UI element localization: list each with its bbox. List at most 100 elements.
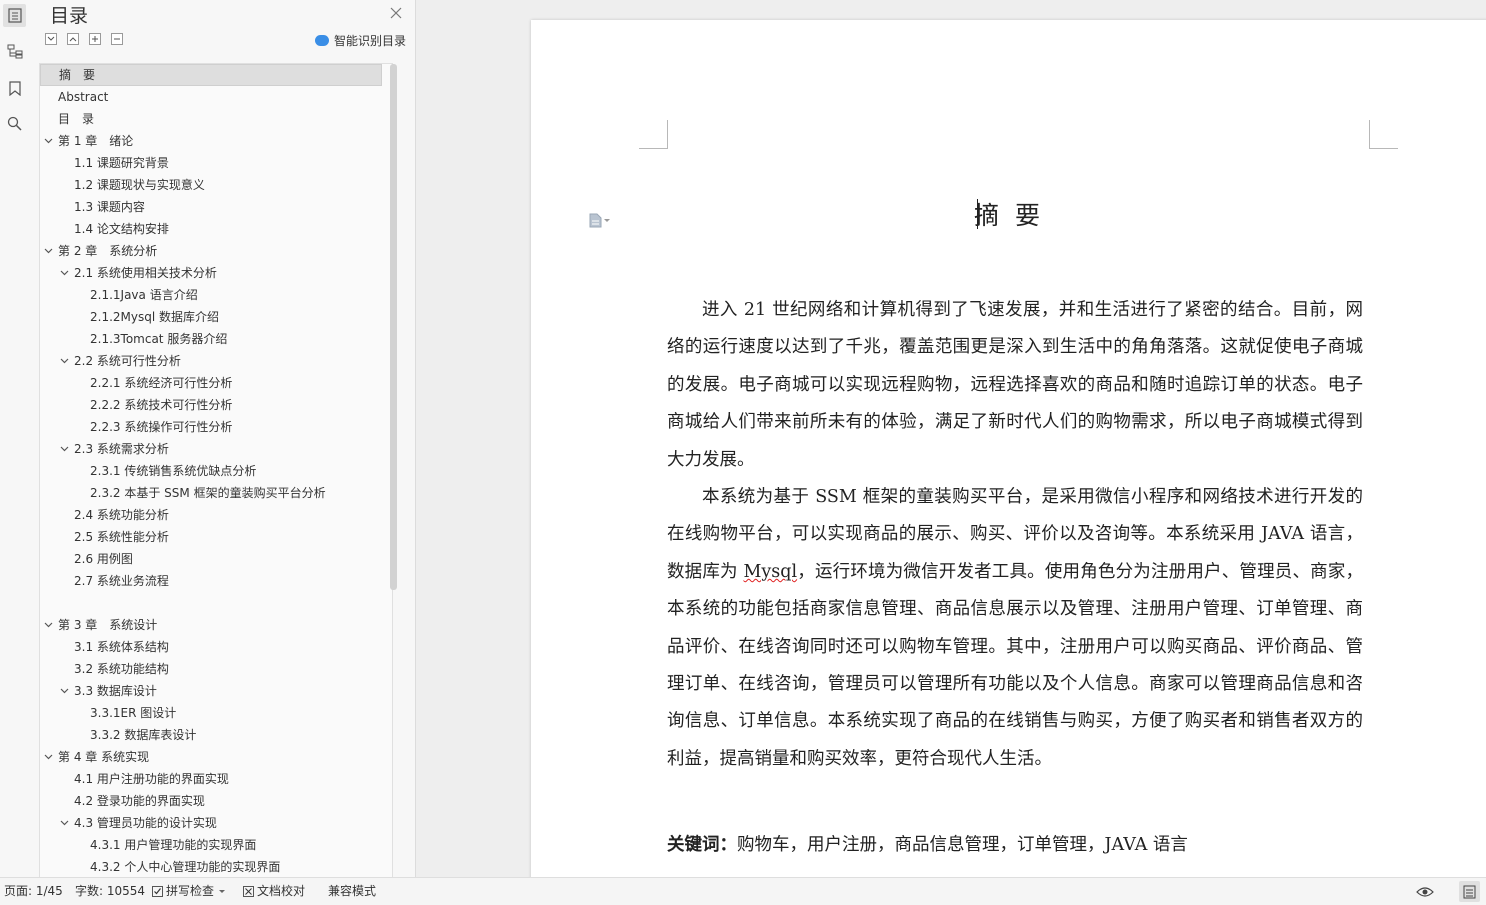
chevron-down-icon[interactable] (44, 746, 53, 768)
toc-item-empty[interactable] (40, 592, 382, 614)
toc-item-label: 4.2 登录功能的界面实现 (74, 794, 205, 808)
word-count[interactable]: 字数: 10554 (75, 878, 145, 905)
keywords-line: 关键词：购物车，用户注册，商品信息管理，订单管理，JAVA 语言 (667, 830, 1363, 860)
chevron-down-icon[interactable] (60, 812, 69, 834)
spelling-flagged-word[interactable]: Mysql (744, 562, 798, 582)
toc-item[interactable]: Abstract (40, 86, 382, 108)
toc-item-label: 2.3.2 本基于 SSM 框架的童装购买平台分析 (90, 486, 326, 500)
add-level-icon[interactable] (89, 33, 101, 45)
toc-item-label: 3.2 系统功能结构 (74, 662, 169, 676)
navigation-tree-icon[interactable] (3, 40, 26, 63)
toc-item-label: 2.2 系统可行性分析 (74, 354, 181, 368)
keywords-text: 购物车，用户注册，商品信息管理，订单管理，JAVA 语言 (737, 835, 1188, 855)
toc-item-label: 2.5 系统性能分析 (74, 530, 169, 544)
toc-item[interactable]: 2.1.3Tomcat 服务器介绍 (40, 328, 382, 350)
keywords-label: 关键词： (667, 835, 737, 855)
collapse-all-icon[interactable] (67, 33, 79, 45)
toc-item[interactable]: 2.6 用例图 (40, 548, 382, 570)
toc-item-label: 3.3.1ER 图设计 (90, 706, 177, 720)
search-icon[interactable] (3, 112, 26, 135)
toc-item-label: 2.1.3Tomcat 服务器介绍 (90, 332, 228, 346)
toc-panel-icon[interactable] (3, 4, 26, 27)
toc-item-label: 2.3.1 传统销售系统优缺点分析 (90, 464, 257, 478)
toc-item[interactable]: 3.2 系统功能结构 (40, 658, 382, 680)
toc-item[interactable]: 第 3 章 系统设计 (40, 614, 382, 636)
toc-item[interactable]: 1.1 课题研究背景 (40, 152, 382, 174)
toc-item[interactable]: 4.3.2 个人中心管理功能的实现界面 (40, 856, 382, 878)
toc-item-label: 2.7 系统业务流程 (74, 574, 169, 588)
chevron-down-icon[interactable] (60, 262, 69, 284)
expand-all-icon[interactable] (45, 33, 57, 45)
text-cursor (977, 199, 978, 229)
toc-item[interactable]: 4.1 用户注册功能的界面实现 (40, 768, 382, 790)
chevron-down-icon[interactable] (44, 240, 53, 262)
toc-scrollbar[interactable] (390, 64, 397, 590)
toc-item[interactable]: 4.2 登录功能的界面实现 (40, 790, 382, 812)
toc-item[interactable]: 2.3.1 传统销售系统优缺点分析 (40, 460, 382, 482)
chevron-down-icon[interactable] (44, 130, 53, 152)
toc-item[interactable]: 4.3 管理员功能的设计实现 (40, 812, 382, 834)
toc-item-label: 第 4 章 系统实现 (58, 750, 150, 764)
abstract-paragraph: 本系统为基于 SSM 框架的童装购买平台，是采用微信小程序和网络技术进行开发的在… (667, 479, 1363, 778)
toc-item[interactable]: 3.3 数据库设计 (40, 680, 382, 702)
toc-item[interactable]: 1.4 论文结构安排 (40, 218, 382, 240)
toc-item[interactable]: 3.3.2 数据库表设计 (40, 724, 382, 746)
close-icon[interactable] (389, 5, 403, 19)
smart-toc-icon (315, 35, 329, 46)
bookmark-icon[interactable] (3, 77, 26, 100)
chevron-down-icon[interactable] (44, 614, 53, 636)
toc-item[interactable]: 第 4 章 系统实现 (40, 746, 382, 768)
toc-item[interactable]: 2.1.2Mysql 数据库介绍 (40, 306, 382, 328)
toc-item-label: 3.3.2 数据库表设计 (90, 728, 197, 742)
toc-item-label: 2.2.3 系统操作可行性分析 (90, 420, 233, 434)
chevron-down-icon[interactable] (60, 438, 69, 460)
page-indicator[interactable]: 页面: 1/45 (4, 878, 63, 905)
toc-item-label: 4.3.1 用户管理功能的实现界面 (90, 838, 257, 852)
toc-item-label: 2.1.2Mysql 数据库介绍 (90, 310, 220, 324)
toc-item[interactable]: 1.2 课题现状与实现意义 (40, 174, 382, 196)
toc-item[interactable]: 3.1 系统体系结构 (40, 636, 382, 658)
spell-check-button[interactable]: 拼写检查 (152, 878, 226, 905)
proofread-button[interactable]: 文档校对 (243, 878, 305, 905)
page-view-icon[interactable] (1459, 881, 1480, 902)
toc-item[interactable]: 2.5 系统性能分析 (40, 526, 382, 548)
toc-item-label: 第 3 章 系统设计 (58, 618, 158, 632)
toc-item[interactable]: 2.3 系统需求分析 (40, 438, 382, 460)
toc-item[interactable]: 4.3.1 用户管理功能的实现界面 (40, 834, 382, 856)
toc-item[interactable]: 2.1.1Java 语言介绍 (40, 284, 382, 306)
smart-toc-label: 智能识别目录 (334, 34, 407, 48)
compat-mode-label[interactable]: 兼容模式 (328, 878, 376, 905)
margin-corner-marker (639, 120, 668, 149)
eye-protection-icon[interactable] (1416, 878, 1434, 905)
toc-item[interactable]: 第 1 章 绪论 (40, 130, 382, 152)
toc-item-label: 3.3 数据库设计 (74, 684, 157, 698)
toc-item[interactable]: 目 录 (40, 108, 382, 130)
toc-item[interactable]: 2.2 系统可行性分析 (40, 350, 382, 372)
toc-item[interactable]: 3.3.1ER 图设计 (40, 702, 382, 724)
toc-item[interactable]: 2.3.2 本基于 SSM 框架的童装购买平台分析 (40, 482, 382, 504)
toc-item[interactable]: 2.4 系统功能分析 (40, 504, 382, 526)
toc-item-label: 1.1 课题研究背景 (74, 156, 169, 170)
toc-item[interactable]: 1.3 课题内容 (40, 196, 382, 218)
document-page[interactable]: 摘要 进入 21 世纪网络和计算机得到了飞速发展，并和生活进行了紧密的结合。目前… (531, 20, 1486, 880)
abstract-body: 进入 21 世纪网络和计算机得到了飞速发展，并和生活进行了紧密的结合。目前，网络… (667, 292, 1363, 778)
toc-list: 摘 要 Abstract 目 录第 1 章 绪论 1.1 课题研究背景 1.2 课题现状… (39, 63, 393, 879)
chevron-down-icon[interactable] (60, 350, 69, 372)
smart-toc-button[interactable]: 智能识别目录 (315, 32, 406, 49)
margin-corner-marker (1369, 120, 1398, 149)
toc-item[interactable]: 2.7 系统业务流程 (40, 570, 382, 592)
spell-check-label: 拼写检查 (166, 884, 215, 898)
toc-item[interactable]: 2.2.1 系统经济可行性分析 (40, 372, 382, 394)
remove-level-icon[interactable] (111, 33, 123, 45)
toc-item[interactable]: 2.2.2 系统技术可行性分析 (40, 394, 382, 416)
toc-item-label: 目 录 (58, 112, 95, 126)
toc-item[interactable]: 摘 要 (40, 64, 382, 86)
toc-item[interactable]: 2.2.3 系统操作可行性分析 (40, 416, 382, 438)
toc-item-label: 4.3.2 个人中心管理功能的实现界面 (90, 860, 281, 874)
toc-panel: 目录 智能识别目录 摘 要 Abstract 目 录第 1 章 绪论 1.1 课题研究… (29, 0, 416, 879)
toc-item[interactable]: 2.1 系统使用相关技术分析 (40, 262, 382, 284)
chevron-down-icon[interactable] (60, 680, 69, 702)
toc-item-label: 4.1 用户注册功能的界面实现 (74, 772, 229, 786)
toc-item-label: 1.4 论文结构安排 (74, 222, 169, 236)
toc-item[interactable]: 第 2 章 系统分析 (40, 240, 382, 262)
